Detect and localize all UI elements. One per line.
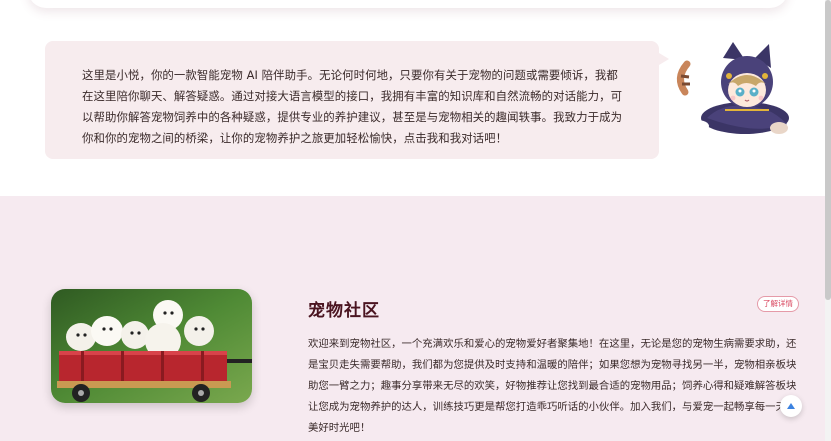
back-to-top-button[interactable]: [780, 395, 802, 417]
scrollbar-thumb[interactable]: [825, 0, 831, 300]
section-description: 欢迎来到宠物社区，一个充满欢乐和爱心的宠物爱好者聚集地！在这里，无论是您的宠物生…: [308, 338, 797, 434]
arrow-up-icon: [787, 403, 795, 409]
section-title: 宠物社区: [308, 301, 380, 321]
mascot-icon[interactable]: [667, 40, 793, 142]
top-card-edge: [28, 0, 788, 8]
scrollbar[interactable]: [825, 0, 831, 441]
intro-speech-bubble: 这里是小悦，你的一款智能宠物 AI 陪伴助手。无论何时何地，只要你有关于宠物的问…: [45, 41, 669, 159]
pet-community-section: 宠物社区 了解详情 欢迎来到宠物社区，一个充满欢乐和爱心的宠物爱好者聚集地！在这…: [0, 196, 825, 441]
intro-text: 这里是小悦，你的一款智能宠物 AI 陪伴助手。无论何时何地，只要你有关于宠物的问…: [82, 68, 623, 145]
puppies-wagon-image[interactable]: [51, 289, 252, 403]
intro-section: 这里是小悦，你的一款智能宠物 AI 陪伴助手。无论何时何地，只要你有关于宠物的问…: [0, 0, 825, 196]
learn-more-button[interactable]: 了解详情: [757, 296, 799, 312]
